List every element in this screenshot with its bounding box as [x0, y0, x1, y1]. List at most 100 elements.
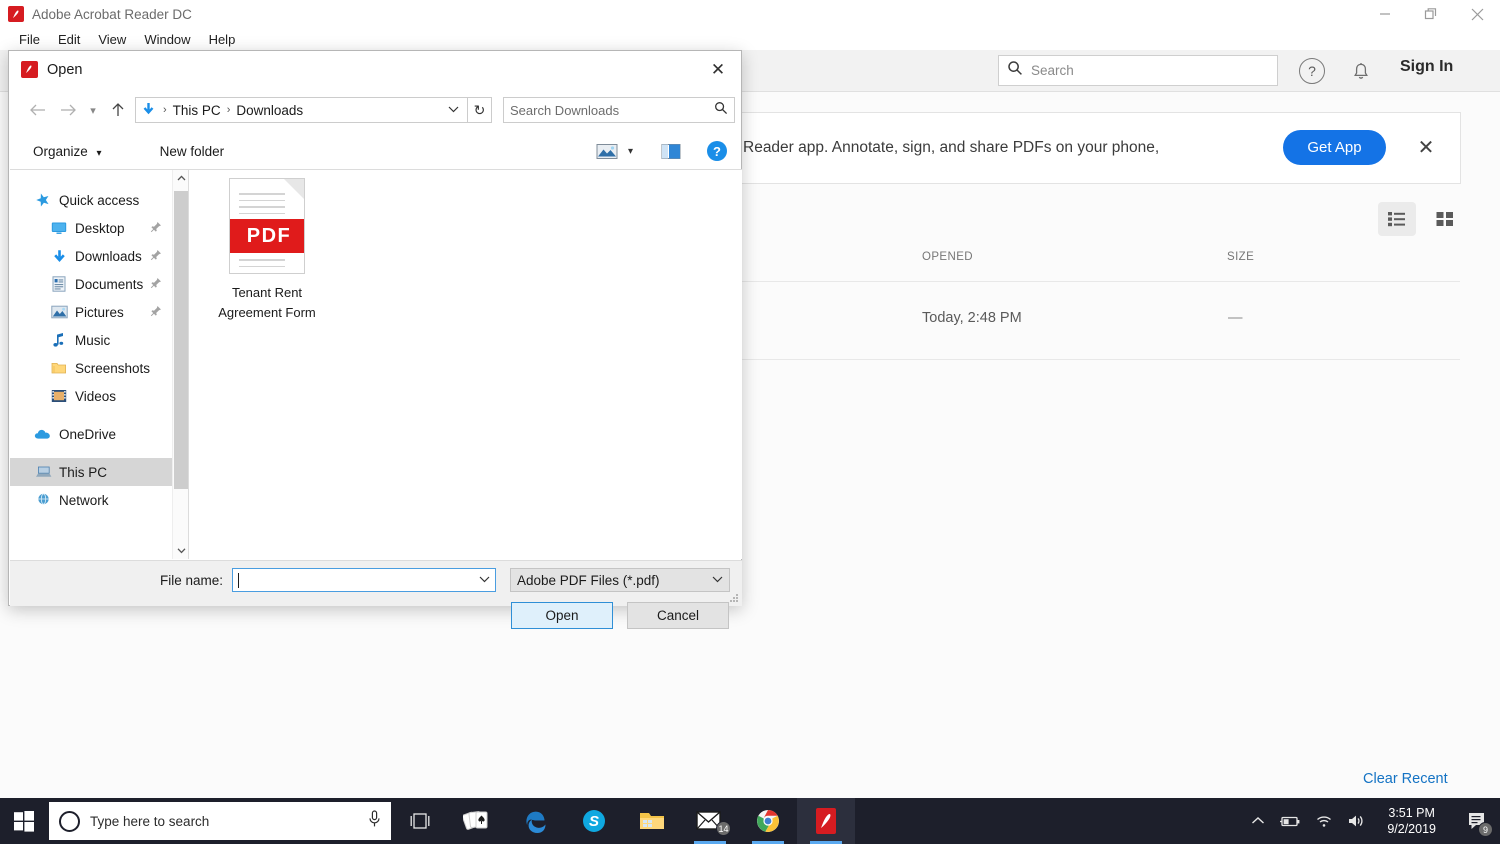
open-dialog-title-bar: Open ✕: [9, 51, 741, 88]
sidebar-item-downloads[interactable]: Downloads: [10, 242, 172, 270]
wifi-icon[interactable]: [1315, 814, 1333, 828]
organize-button[interactable]: Organize ▾: [25, 140, 110, 163]
scroll-down-icon[interactable]: [173, 542, 189, 559]
menu-edit[interactable]: Edit: [49, 30, 89, 49]
menu-file[interactable]: File: [10, 30, 49, 49]
page-fold: [284, 179, 304, 199]
acrobat-search-input[interactable]: Search: [998, 55, 1278, 86]
sidebar-item-desktop[interactable]: Desktop: [10, 214, 172, 242]
sidebar-item-music[interactable]: Music: [10, 326, 172, 354]
file-list-pane[interactable]: PDF Tenant Rent Agreement Form: [188, 170, 742, 559]
toolbar-right-group: ▾ ?: [596, 141, 741, 161]
chevron-down-icon[interactable]: ▾: [628, 146, 633, 157]
volume-icon[interactable]: [1347, 813, 1365, 829]
minimize-icon[interactable]: [1362, 0, 1408, 28]
resize-grip[interactable]: [729, 593, 739, 603]
solitaire-icon[interactable]: [449, 798, 507, 844]
organize-label: Organize: [33, 143, 88, 159]
menu-window[interactable]: Window: [135, 30, 199, 49]
videos-icon: [50, 387, 68, 405]
mail-icon[interactable]: 14: [681, 798, 739, 844]
sidebar-item-documents[interactable]: Documents: [10, 270, 172, 298]
dialog-search-input[interactable]: Search Downloads: [503, 97, 735, 123]
promo-close-icon[interactable]: ✕: [1412, 133, 1440, 161]
menu-help[interactable]: Help: [200, 30, 245, 49]
menu-view[interactable]: View: [89, 30, 135, 49]
address-bar[interactable]: › This PC › Downloads: [135, 97, 468, 123]
open-dialog-title: Open: [47, 61, 83, 78]
restore-icon[interactable]: [1408, 0, 1454, 28]
up-arrow-icon[interactable]: [103, 96, 133, 124]
breadcrumb-separator: ›: [163, 104, 167, 116]
sidebar-item-label: OneDrive: [59, 426, 117, 442]
forward-arrow-icon[interactable]: [53, 96, 83, 124]
back-arrow-icon[interactable]: [23, 96, 53, 124]
mail-badge: 14: [716, 821, 731, 836]
clear-recent-link[interactable]: Clear Recent: [1363, 771, 1448, 787]
sidebar-item-screenshots[interactable]: Screenshots: [10, 354, 172, 382]
taskbar-clock[interactable]: 3:51 PM 9/2/2019: [1379, 805, 1444, 837]
sidebar-item-label: Screenshots: [75, 360, 151, 376]
windows-start-icon[interactable]: [0, 798, 48, 844]
column-header-size: SIZE: [1227, 251, 1255, 263]
file-name-input[interactable]: [232, 568, 496, 592]
sidebar-item-quick-access[interactable]: Quick access: [10, 186, 172, 214]
pin-icon[interactable]: [150, 221, 162, 236]
sign-in-button[interactable]: Sign In: [1400, 58, 1453, 76]
notification-bell-icon[interactable]: [1348, 58, 1374, 84]
microphone-icon[interactable]: [368, 809, 381, 833]
scrollbar-thumb[interactable]: [174, 191, 188, 489]
this-pc-icon: [34, 463, 52, 481]
task-view-icon[interactable]: [391, 798, 449, 844]
file-explorer-icon[interactable]: [623, 798, 681, 844]
windows-taskbar: Type here to search S 14 3:51 PM 9/2/201…: [0, 798, 1500, 844]
skype-icon[interactable]: S: [565, 798, 623, 844]
sidebar-item-pictures[interactable]: Pictures: [10, 298, 172, 326]
cancel-button[interactable]: Cancel: [627, 602, 729, 629]
file-item[interactable]: PDF Tenant Rent Agreement Form: [207, 178, 327, 323]
acrobat-icon[interactable]: [797, 798, 855, 844]
new-folder-button[interactable]: New folder: [152, 140, 233, 163]
close-icon[interactable]: [1454, 0, 1500, 28]
sidebar-item-onedrive[interactable]: OneDrive: [10, 420, 172, 448]
breadcrumb-this-pc[interactable]: This PC: [173, 103, 221, 118]
recent-locations-icon[interactable]: ▾: [83, 96, 103, 124]
refresh-icon[interactable]: ↻: [468, 97, 492, 123]
pin-icon[interactable]: [150, 305, 162, 320]
battery-icon[interactable]: [1279, 814, 1301, 828]
get-app-button[interactable]: Get App: [1283, 130, 1386, 165]
sidebar-item-label: Documents: [75, 276, 144, 292]
search-icon: [714, 101, 728, 120]
file-type-value: Adobe PDF Files (*.pdf): [517, 572, 660, 588]
pin-icon[interactable]: [150, 277, 162, 292]
chevron-down-icon[interactable]: [479, 574, 490, 586]
taskbar-search-placeholder: Type here to search: [90, 813, 210, 829]
chevron-down-icon[interactable]: [448, 104, 463, 116]
navigation-pane-scrollbar[interactable]: [172, 170, 188, 559]
sidebar-item-videos[interactable]: Videos: [10, 382, 172, 410]
chrome-icon[interactable]: [739, 798, 797, 844]
taskbar-search-input[interactable]: Type here to search: [49, 802, 391, 840]
file-type-select[interactable]: Adobe PDF Files (*.pdf): [510, 568, 730, 592]
list-view-icon[interactable]: [1378, 202, 1416, 236]
open-dialog-body: Quick access Desktop Downloads Documents…: [10, 169, 742, 559]
open-button[interactable]: Open: [511, 602, 613, 629]
acrobat-title: Adobe Acrobat Reader DC: [32, 6, 192, 22]
breadcrumb-downloads[interactable]: Downloads: [236, 103, 303, 118]
sidebar-item-this-pc[interactable]: This PC: [10, 458, 172, 486]
action-center-icon[interactable]: 9: [1458, 798, 1494, 844]
sidebar-item-network[interactable]: Network: [10, 486, 172, 514]
preview-pane-icon[interactable]: [661, 143, 681, 160]
help-icon[interactable]: ?: [707, 141, 727, 161]
taskbar-app-list: S 14: [391, 798, 855, 844]
grid-view-icon[interactable]: [1426, 202, 1464, 236]
navigation-pane: Quick access Desktop Downloads Documents…: [10, 170, 172, 559]
help-icon[interactable]: ?: [1299, 58, 1325, 84]
pin-icon[interactable]: [150, 249, 162, 264]
dialog-close-icon[interactable]: ✕: [695, 51, 741, 88]
change-view-icon[interactable]: [596, 143, 618, 160]
scroll-up-icon[interactable]: [173, 170, 189, 187]
search-icon: [1007, 60, 1023, 81]
edge-icon[interactable]: [507, 798, 565, 844]
tray-chevron-up-icon[interactable]: [1251, 816, 1265, 826]
